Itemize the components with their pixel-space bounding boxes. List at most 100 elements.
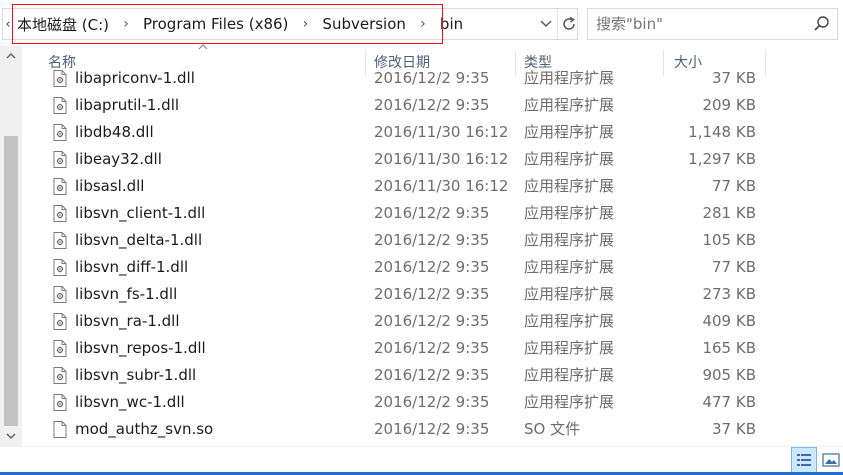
file-type: 应用程序扩展 [524, 258, 615, 276]
file-size: 905 KB [702, 366, 756, 384]
file-type: 应用程序扩展 [524, 96, 615, 114]
file-row[interactable]: libapriconv-1.dll 2016/12/2 9:35 应用程序扩展 37 … [44, 66, 774, 92]
file-row[interactable]: libeay32.dll 2016/11/30 16:12 应用程序扩展 1,297 … [44, 146, 774, 173]
file-type: 应用程序扩展 [524, 285, 615, 303]
file-row[interactable]: libsvn_wc-1.dll 2016/12/2 9:35 应用程序扩展 477 K… [44, 389, 774, 416]
file-name: mod_authz_svn.so [75, 420, 214, 438]
file-name: libsvn_subr-1.dll [75, 366, 197, 384]
breadcrumb-separator-chevron-icon[interactable]: › [292, 16, 318, 32]
file-size: 37 KB [712, 69, 756, 87]
file-name: libaprutil-1.dll [75, 96, 180, 114]
file-name: libsasl.dll [75, 177, 145, 195]
file-modified-date: 2016/12/2 9:35 [374, 339, 490, 357]
file-type: 应用程序扩展 [524, 366, 615, 384]
address-bar: ‹ 本地磁盘 (C:) › Program Files (x86) › Subv… [0, 0, 843, 46]
file-name: libapriconv-1.dll [75, 69, 195, 87]
file-type: 应用程序扩展 [524, 150, 615, 168]
file-modified-date: 2016/12/2 9:35 [374, 96, 490, 114]
address-box[interactable]: ‹ 本地磁盘 (C:) › Program Files (x86) › Subv… [2, 8, 578, 40]
details-view-icon[interactable] [791, 447, 817, 473]
file-list: libapriconv-1.dll 2016/12/2 9:35 应用程序扩展 37 … [0, 66, 780, 446]
file-size: 1,148 KB [688, 123, 756, 141]
file-modified-date: 2016/12/2 9:35 [374, 366, 490, 384]
file-row[interactable]: libsvn_repos-1.dll 2016/12/2 9:35 应用程序扩展 16… [44, 335, 774, 362]
refresh-icon[interactable] [557, 9, 579, 39]
file-row[interactable]: libsvn_diff-1.dll 2016/12/2 9:35 应用程序扩展 77 … [44, 254, 774, 281]
file-type: SO 文件 [524, 420, 581, 438]
search-box[interactable] [587, 8, 838, 40]
file-name: libsvn_diff-1.dll [75, 258, 189, 276]
file-size: 1,297 KB [688, 150, 756, 168]
address-history-chevron-down-icon[interactable] [535, 9, 557, 39]
dll-file-icon [53, 313, 67, 330]
dll-file-icon [53, 97, 67, 114]
file-size: 409 KB [702, 312, 756, 330]
dll-file-icon [53, 259, 67, 276]
file-modified-date: 2016/12/2 9:35 [374, 393, 490, 411]
file-modified-date: 2016/12/2 9:35 [374, 69, 490, 87]
file-type: 应用程序扩展 [524, 312, 615, 330]
file-size: 273 KB [702, 285, 756, 303]
breadcrumb-item-bin[interactable]: bin [436, 15, 467, 33]
file-row[interactable]: libaprutil-1.dll 2016/12/2 9:35 应用程序扩展 209 … [44, 92, 774, 119]
file-type: 应用程序扩展 [524, 177, 615, 195]
file-type: 应用程序扩展 [524, 231, 615, 249]
dll-file-icon [53, 232, 67, 249]
file-size: 165 KB [702, 339, 756, 357]
file-modified-date: 2016/12/2 9:35 [374, 312, 490, 330]
dll-file-icon [53, 340, 67, 357]
breadcrumb-separator-chevron-icon[interactable]: › [113, 16, 139, 32]
file-modified-date: 2016/12/2 9:35 [374, 258, 490, 276]
status-bar [0, 446, 843, 475]
file-size: 77 KB [712, 258, 756, 276]
breadcrumb-item-subversion[interactable]: Subversion [318, 15, 410, 33]
file-row[interactable]: libsvn_fs-1.dll 2016/12/2 9:35 应用程序扩展 273 K… [44, 281, 774, 308]
file-modified-date: 2016/11/30 16:12 [374, 123, 509, 141]
blank-file-icon [53, 421, 67, 438]
dll-file-icon [53, 367, 67, 384]
search-input[interactable] [596, 14, 801, 34]
large-icons-view-icon[interactable] [820, 447, 842, 473]
file-row[interactable]: mod_authz_svn.so 2016/12/2 9:35 SO 文件 37 KB [44, 416, 774, 443]
breadcrumb: ‹ 本地磁盘 (C:) › Program Files (x86) › Subv… [3, 9, 467, 39]
file-modified-date: 2016/12/2 9:35 [374, 285, 490, 303]
file-row[interactable]: libsvn_delta-1.dll 2016/12/2 9:35 应用程序扩展 10… [44, 227, 774, 254]
file-type: 应用程序扩展 [524, 339, 615, 357]
file-row[interactable]: libsvn_ra-1.dll 2016/12/2 9:35 应用程序扩展 409 K… [44, 308, 774, 335]
search-icon[interactable] [813, 15, 831, 33]
breadcrumb-item-drive[interactable]: 本地磁盘 (C:) [13, 14, 113, 35]
file-name: libdb48.dll [75, 123, 154, 141]
file-modified-date: 2016/11/30 16:12 [374, 150, 509, 168]
file-row[interactable]: libdb48.dll 2016/11/30 16:12 应用程序扩展 1,148 K… [44, 119, 774, 146]
file-type: 应用程序扩展 [524, 69, 615, 87]
dll-file-icon [53, 124, 67, 141]
file-row[interactable]: libsvn_subr-1.dll 2016/12/2 9:35 应用程序扩展 905… [44, 362, 774, 389]
dll-file-icon [53, 70, 67, 87]
file-size: 77 KB [712, 177, 756, 195]
file-modified-date: 2016/12/2 9:35 [374, 204, 490, 222]
file-name: libsvn_wc-1.dll [75, 393, 185, 411]
file-name: libsvn_ra-1.dll [75, 312, 180, 330]
file-type: 应用程序扩展 [524, 393, 615, 411]
file-modified-date: 2016/12/2 9:35 [374, 231, 490, 249]
file-name: libsvn_repos-1.dll [75, 339, 206, 357]
file-type: 应用程序扩展 [524, 204, 615, 222]
file-size: 477 KB [702, 393, 756, 411]
dll-file-icon [53, 394, 67, 411]
dll-file-icon [53, 205, 67, 222]
file-row[interactable]: libsvn_client-1.dll 2016/12/2 9:35 应用程序扩展 2… [44, 200, 774, 227]
breadcrumb-overflow-chevron-icon[interactable]: ‹ [3, 17, 13, 32]
file-row[interactable]: libsasl.dll 2016/11/30 16:12 应用程序扩展 77 KB [44, 173, 774, 200]
file-name: libsvn_fs-1.dll [75, 285, 178, 303]
file-size: 281 KB [702, 204, 756, 222]
dll-file-icon [53, 286, 67, 303]
dll-file-icon [53, 151, 67, 168]
file-size: 105 KB [702, 231, 756, 249]
file-size: 209 KB [702, 96, 756, 114]
breadcrumb-separator-chevron-icon[interactable]: › [410, 16, 436, 32]
sort-ascending-chevron-icon [198, 40, 208, 53]
breadcrumb-item-program-files[interactable]: Program Files (x86) [139, 15, 292, 33]
file-name: libeay32.dll [75, 150, 162, 168]
file-modified-date: 2016/11/30 16:12 [374, 177, 509, 195]
file-name: libsvn_delta-1.dll [75, 231, 203, 249]
